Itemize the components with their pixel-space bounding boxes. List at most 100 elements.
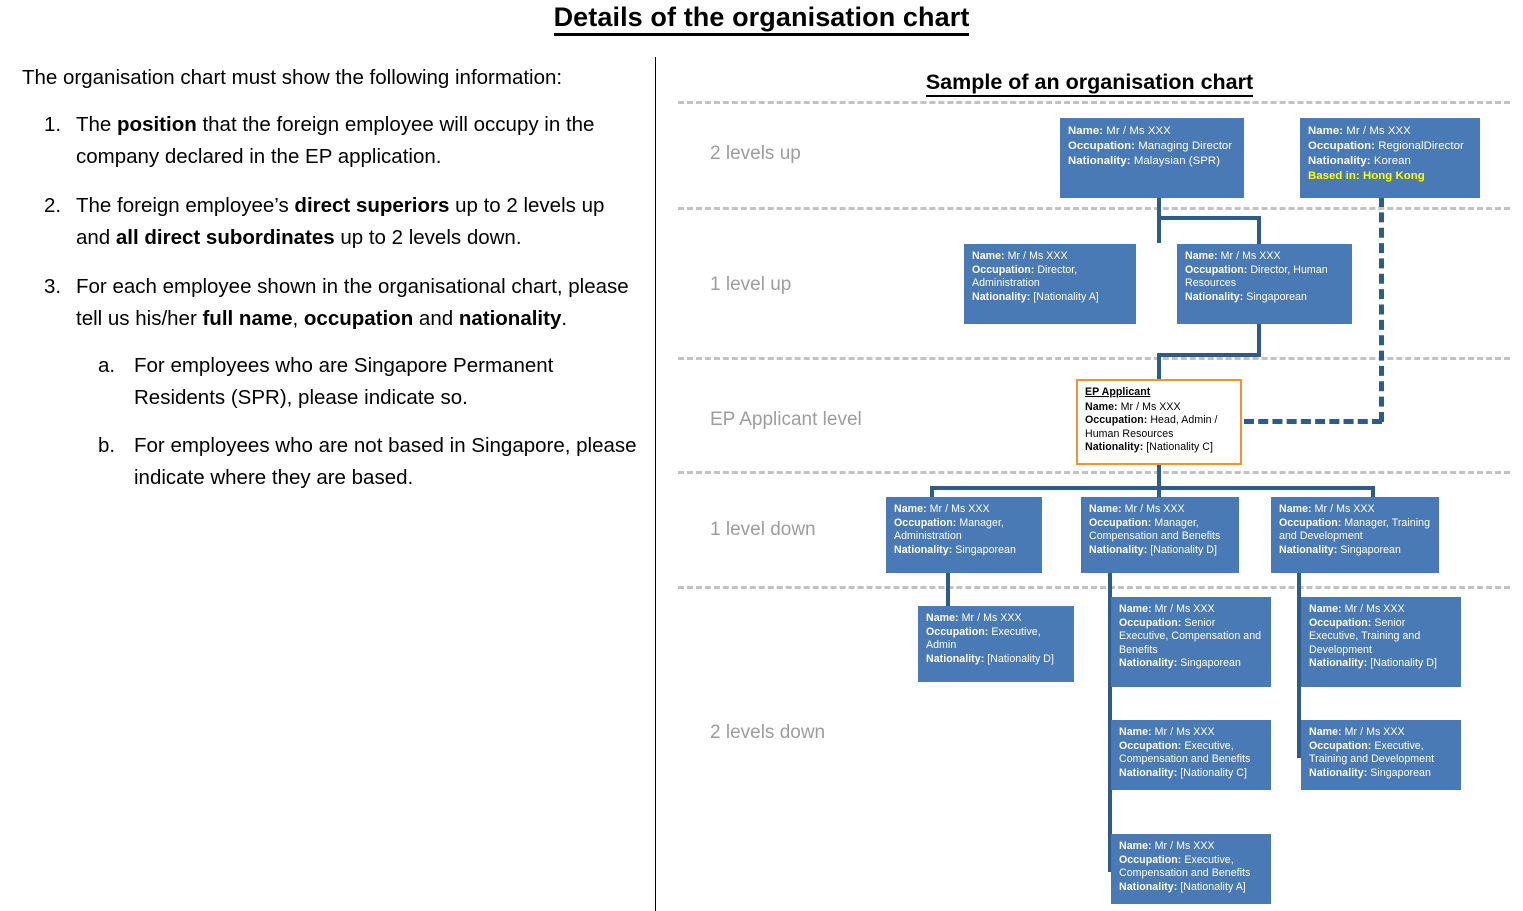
field-label-nationality: Nationality: [1185,290,1244,303]
node-senior-executive-compensation[interactable]: Name: Mr / Ms XXX Occupation: Senior Exe… [1111,597,1271,687]
field-label-nationality: Nationality: [1119,766,1178,779]
node-manager-compensation-benefits[interactable]: Name: Mr / Ms XXX Occupation: Manager, C… [1081,497,1239,573]
connector-bus-1down-left [930,486,1161,490]
value-nationality: Singaporean [1180,657,1241,670]
body-text: The foreign employee’s [76,193,295,217]
node-director-administration[interactable]: Name: Mr / Ms XXX Occupation: Director, … [964,244,1136,324]
field-label-name: Name: [1119,603,1152,615]
field-label-occupation: Occupation: [1279,516,1342,529]
value-name: Mr / Ms XXX [1120,400,1181,413]
body-text: For employees who are Singapore Permanen… [134,353,554,410]
field-label-nationality: Nationality: [972,290,1031,303]
node-executive-compensation-c[interactable]: Name: Mr / Ms XXX Occupation: Executive,… [1111,720,1271,790]
field-label-name: Name: [1068,125,1104,137]
emphasis-text: position [117,112,197,136]
connector-bus-applicant [1157,353,1261,357]
field-label-occupation: Occupation: [926,625,989,638]
value-nationality: [Nationality D] [987,652,1054,665]
requirement-text: For each employee shown in the organisat… [76,275,629,331]
field-label-name: Name: [1119,726,1152,738]
field-label-nationality: Nationality: [1085,441,1144,454]
level-separator-1 [678,101,1510,104]
value-nationality: [Nationality A] [1180,880,1246,893]
node-executive-training[interactable]: Name: Mr / Ms XXX Occupation: Executive,… [1301,720,1461,790]
body-text: , [292,307,304,330]
field-label-occupation: Occupation: [1309,616,1372,629]
value-name: Mr / Ms XXX [1220,250,1281,262]
body-text: . [561,307,568,330]
requirement-text: The foreign employee’s direct superiors … [76,194,604,250]
field-label-occupation: Occupation: [1308,140,1375,152]
emphasis-text: nationality [458,307,562,330]
value-name: Mr / Ms XXX [1154,726,1215,738]
level-label-1-down: 1 level down [710,519,816,540]
emphasis-text: full name [202,307,293,330]
field-label-based-in: Based in: [1308,170,1360,182]
requirement-subitem: a. For employees who are Singapore Perman… [76,350,637,415]
connector-bus-1down-right [1157,486,1375,490]
requirement-subitem: b. For employees who are not based in Sin… [76,430,637,495]
value-nationality: Korean [1373,155,1411,167]
value-nationality: Malaysian (SPR) [1133,155,1221,167]
requirement-item: 3. For each employee shown in the organis… [22,271,637,495]
field-label-name: Name: [1279,503,1312,515]
field-label-occupation: Occupation: [1119,853,1182,866]
node-director-human-resources[interactable]: Name: Mr / Ms XXX Occupation: Director, … [1177,244,1352,324]
node-manager-training-development[interactable]: Name: Mr / Ms XXX Occupation: Manager, T… [1271,497,1439,573]
ep-applicant-title: EP Applicant [1085,386,1151,398]
field-label-name: Name: [1185,250,1218,262]
field-label-occupation: Occupation: [1185,263,1248,276]
value-name: Mr / Ms XXX [961,612,1022,624]
level-label-1-up: 1 level up [710,274,792,295]
field-label-nationality: Nationality: [1309,657,1368,670]
level-separator-4 [678,471,1510,474]
field-label-nationality: Nationality: [1119,880,1178,893]
level-label-2-down: 2 levels down [710,722,826,743]
field-label-name: Name: [1085,400,1118,413]
value-occupation: RegionalDirector [1378,140,1464,152]
node-manager-administration[interactable]: Name: Mr / Ms XXX Occupation: Manager, A… [886,497,1042,573]
list-marker: b. [98,433,116,457]
value-nationality: Singaporean [1370,766,1431,779]
field-label-name: Name: [1119,840,1152,852]
list-marker: a. [98,353,116,377]
value-name: Mr / Ms XXX [1007,250,1068,262]
level-separator-2 [678,207,1510,210]
node-managing-director[interactable]: Name: Mr / Ms XXX Occupation: Managing D… [1060,118,1244,198]
requirement-item: 1. The position that the foreign employee… [22,109,637,174]
requirement-subtext: For employees who are not based in Singa… [134,434,637,490]
field-label-occupation: Occupation: [1119,616,1182,629]
value-name: Mr / Ms XXX [1124,503,1185,515]
value-nationality: [Nationality D] [1150,543,1217,556]
connector-dashed-vertical [1379,197,1384,422]
requirements-intro: The organisation chart must show the fol… [22,66,563,89]
field-label-occupation: Occupation: [894,516,957,529]
emphasis-text: direct superiors [294,193,450,217]
connector-dashed-horizontal [1244,419,1382,424]
emphasis-text: occupation [303,307,414,330]
node-senior-executive-training[interactable]: Name: Mr / Ms XXX Occupation: Senior Exe… [1301,597,1461,687]
node-executive-admin[interactable]: Name: Mr / Ms XXX Occupation: Executive,… [918,606,1074,682]
node-regional-director[interactable]: Name: Mr / Ms XXX Occupation: RegionalDi… [1300,118,1480,198]
field-label-nationality: Nationality: [926,652,985,665]
value-nationality: Singaporean [1340,543,1401,556]
value-name: Mr / Ms XXX [1154,840,1215,852]
requirement-text: The position that the foreign employee w… [76,113,594,169]
field-label-occupation: Occupation: [972,263,1035,276]
connector-bus-1up [1157,216,1261,220]
value-name: Mr / Ms XXX [1154,603,1215,615]
field-label-occupation: Occupation: [1089,516,1152,529]
list-marker: 1. [44,112,62,136]
field-label-nationality: Nationality: [1119,657,1178,670]
node-executive-compensation-a[interactable]: Name: Mr / Ms XXX Occupation: Executive,… [1111,834,1271,904]
body-text: up to 2 levels down. [334,226,522,249]
body-text: and [413,307,459,330]
value-name: Mr / Ms XXX [1344,726,1405,738]
level-separator-5 [678,586,1510,589]
field-label-name: Name: [972,250,1005,262]
node-ep-applicant[interactable]: EP Applicant Name: Mr / Ms XXX Occupatio… [1076,379,1242,465]
list-marker: 3. [44,274,62,298]
value-name: Mr / Ms XXX [1314,503,1375,515]
value-name: Mr / Ms XXX [929,503,990,515]
requirement-sublist: a. For employees who are Singapore Perman… [76,350,637,495]
